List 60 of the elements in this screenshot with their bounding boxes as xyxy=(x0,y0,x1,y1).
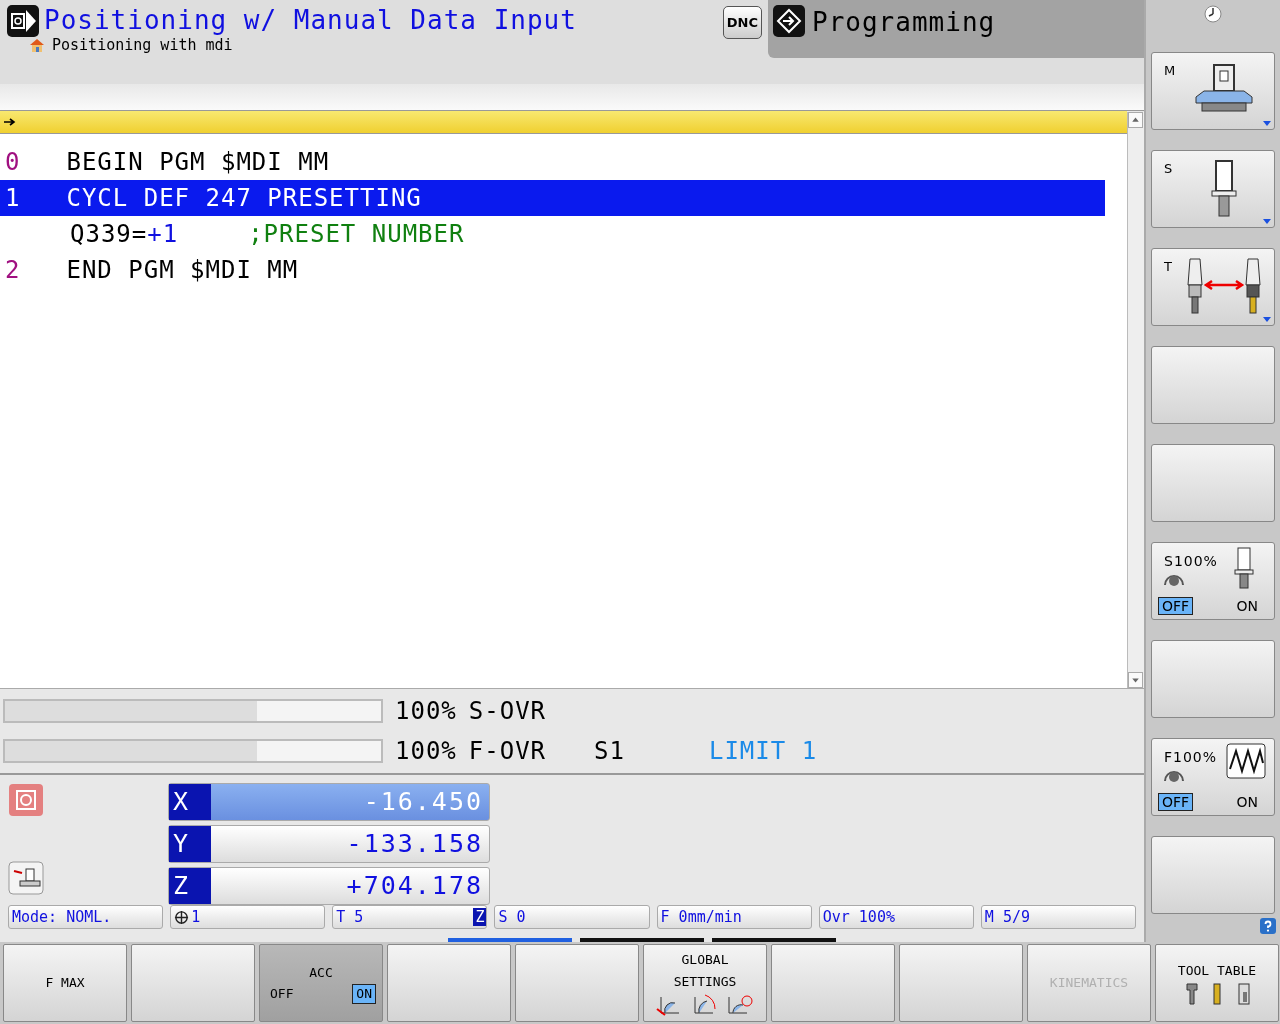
mode-title: Positioning w/ Manual Data Input xyxy=(44,4,577,36)
programming-mode-tab[interactable]: Programming xyxy=(768,0,1144,58)
mode-icon xyxy=(6,4,40,38)
side-softkey[interactable]: S xyxy=(1151,150,1275,228)
status-field: S 0 xyxy=(494,905,650,929)
override-reading: 100% xyxy=(395,737,457,765)
zigzag-icon xyxy=(1226,743,1266,779)
dnc-badge: DNC xyxy=(722,6,762,39)
status-field: 1 xyxy=(170,905,326,929)
side-softkey[interactable]: S100% OFF ON xyxy=(1151,542,1275,620)
program-line[interactable]: 2 END PGM $MDI MM xyxy=(0,252,1105,288)
softkey[interactable] xyxy=(131,944,255,1022)
softkey[interactable] xyxy=(515,944,639,1022)
dropdown-triangle-icon xyxy=(1263,317,1271,322)
softkey[interactable] xyxy=(387,944,511,1022)
spindle-label: S1 xyxy=(594,737,625,765)
softkey[interactable] xyxy=(771,944,895,1022)
dropdown-triangle-icon xyxy=(1263,121,1271,126)
frame-icon[interactable] xyxy=(8,783,44,817)
tool-change-icon xyxy=(1184,257,1264,317)
softkey[interactable]: F MAX xyxy=(3,944,127,1022)
override-label: S-OVR xyxy=(468,697,547,725)
dropdown-triangle-icon xyxy=(1263,219,1271,224)
side-softkey[interactable]: F100% OFF ON xyxy=(1151,738,1275,816)
home-icon xyxy=(28,37,46,53)
programming-icon xyxy=(772,4,806,38)
side-softkey[interactable] xyxy=(1151,640,1275,718)
axis-position[interactable]: X -16.450 xyxy=(168,783,490,821)
program-name: Positioning with mdi xyxy=(52,36,233,54)
axes-icon xyxy=(655,993,755,1017)
status-field: Mode: NOML. xyxy=(8,905,164,929)
program-line[interactable]: 0 BEGIN PGM $MDI MM xyxy=(0,144,1105,180)
side-softkey[interactable] xyxy=(1151,346,1275,424)
status-field: T 5 Z xyxy=(332,905,488,929)
machine-icon[interactable] xyxy=(8,861,44,895)
scrollbar[interactable] xyxy=(1127,112,1144,688)
side-softkey[interactable]: T xyxy=(1151,248,1275,326)
axis-position[interactable]: Y -133.158 xyxy=(168,825,490,863)
softkey[interactable]: TOOL TABLE xyxy=(1155,944,1279,1022)
status-field: M 5/9 xyxy=(980,905,1136,929)
side-softkey[interactable] xyxy=(1151,444,1275,522)
softkey[interactable]: GLOBAL SETTINGS xyxy=(643,944,767,1022)
axis-position[interactable]: Z +704.178 xyxy=(168,867,490,905)
spindle-icon xyxy=(1232,547,1256,591)
help-icon[interactable] xyxy=(1260,918,1276,934)
softkey[interactable]: ACC OFF ON xyxy=(259,944,383,1022)
status-field: F 0mm/min xyxy=(656,905,812,929)
softkey[interactable] xyxy=(899,944,1023,1022)
scroll-up-icon[interactable] xyxy=(1128,112,1143,128)
side-softkey[interactable] xyxy=(1151,836,1275,914)
crosshair-icon xyxy=(174,909,190,925)
status-field: Ovr 100% xyxy=(818,905,974,929)
clock-icon xyxy=(1203,4,1223,24)
side-softkey[interactable]: M xyxy=(1151,52,1275,130)
arrow-icon xyxy=(4,118,16,126)
override-label: F-OVR xyxy=(468,737,547,765)
scroll-down-icon[interactable] xyxy=(1128,672,1143,688)
override-reading: 100% xyxy=(395,697,457,725)
program-line[interactable]: Q339=+1 ;PRESET NUMBER xyxy=(0,216,1105,252)
limit-label: LIMIT 1 xyxy=(708,737,818,765)
